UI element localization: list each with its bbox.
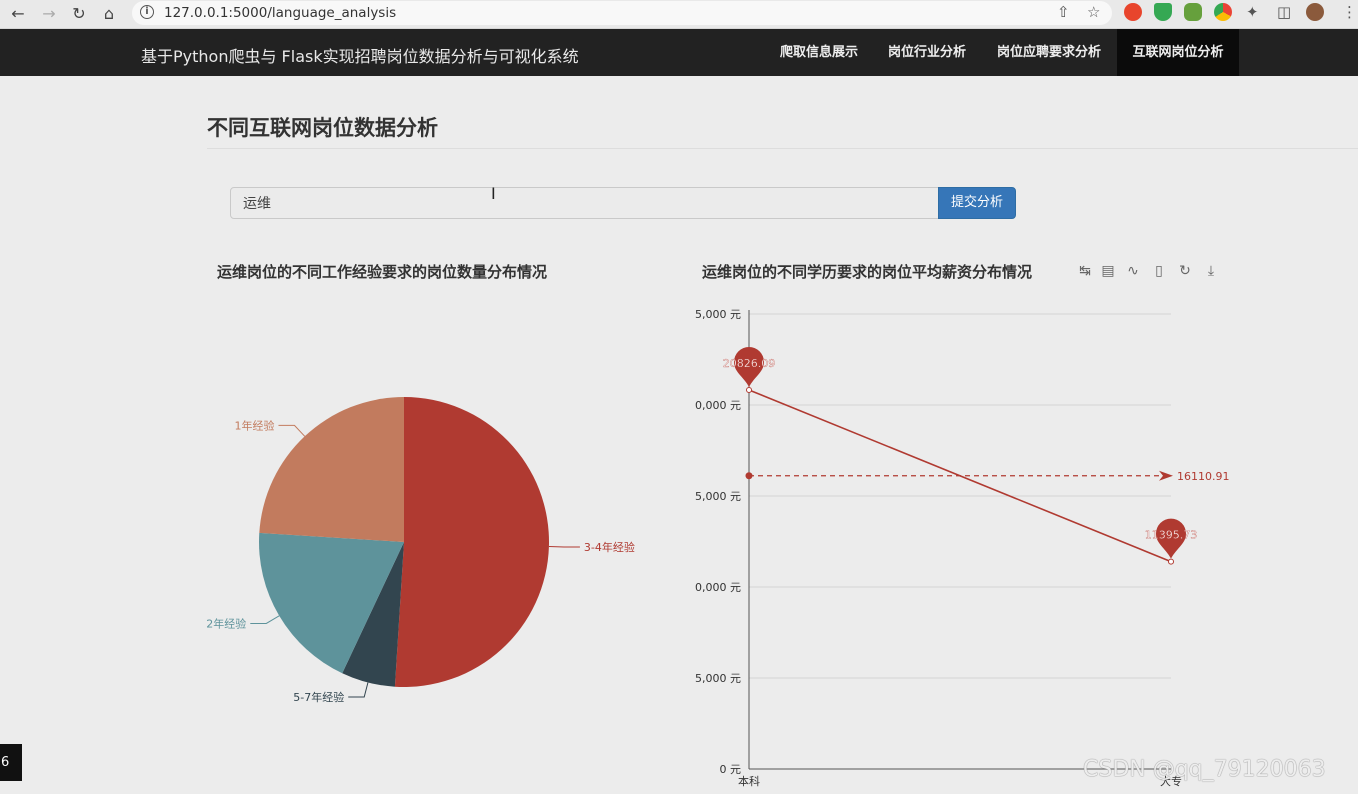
pie-label: 2年经验 bbox=[206, 616, 246, 630]
y-tick-label: 5,000 元 bbox=[695, 672, 741, 685]
y-tick-label: 5,000 元 bbox=[695, 490, 741, 503]
average-mark-arrow bbox=[1159, 470, 1173, 481]
side-tag: 6 bbox=[0, 744, 22, 781]
share-icon[interactable]: ⇧ bbox=[1057, 3, 1070, 21]
nav-item-crawl-info[interactable]: 爬取信息展示 bbox=[766, 29, 872, 76]
home-icon[interactable]: ⌂ bbox=[98, 3, 120, 25]
mark-point-label: 11395.73 bbox=[1145, 529, 1198, 542]
salary-point[interactable] bbox=[746, 386, 752, 393]
line-chart: 0 元5,000 元0,000 元5,000 元0,000 元5,000 元本科… bbox=[695, 308, 1230, 788]
title-divider bbox=[207, 148, 1358, 149]
pie-label: 3-4年经验 bbox=[584, 540, 635, 554]
y-tick-label: 0,000 元 bbox=[695, 399, 741, 412]
salary-point[interactable] bbox=[1168, 558, 1174, 565]
extension-infinity-icon[interactable] bbox=[1124, 3, 1142, 21]
average-mark-label: 16110.91 bbox=[1177, 470, 1230, 483]
pie-chart: 3-4年经验 5-7年经验 2年经验 1年经验 bbox=[206, 397, 635, 704]
pie-label: 1年经验 bbox=[234, 418, 274, 432]
pie-label-line bbox=[278, 424, 306, 437]
line-chart-title: 运维岗位的不同学历要求的岗位平均薪资分布情况 bbox=[702, 263, 1033, 281]
url-text: 127.0.0.1:5000/language_analysis bbox=[164, 5, 397, 21]
nav-item-internet-jobs[interactable]: 互联网岗位分析 bbox=[1117, 29, 1239, 76]
forward-icon[interactable]: → bbox=[38, 3, 60, 25]
reload-icon[interactable]: ↻ bbox=[68, 3, 90, 25]
browser-toolbar: ← → ↻ ⌂ i 127.0.0.1:5000/language_analys… bbox=[0, 0, 1358, 29]
extensions-puzzle-icon[interactable]: ✦ bbox=[1246, 3, 1259, 21]
nav-item-requirements-analysis[interactable]: 岗位应聘要求分析 bbox=[982, 29, 1116, 76]
text-cursor-icon: I bbox=[491, 184, 496, 203]
info-icon[interactable]: i bbox=[140, 5, 154, 19]
save-image-icon[interactable]: ⤓ bbox=[1203, 262, 1219, 280]
restore-icon[interactable]: ↻ bbox=[1177, 262, 1193, 280]
csdn-watermark: CSDN @qq_79120063 bbox=[1083, 757, 1326, 782]
extension-shield-icon[interactable] bbox=[1154, 3, 1172, 21]
pie-slice-3-4-years[interactable] bbox=[394, 397, 550, 687]
address-bar[interactable]: i 127.0.0.1:5000/language_analysis bbox=[132, 1, 1112, 25]
extension-android-icon[interactable] bbox=[1184, 3, 1202, 21]
x-tick-label: 本科 bbox=[738, 774, 760, 788]
job-search-input[interactable] bbox=[230, 187, 939, 219]
extension-chrome-icon[interactable] bbox=[1214, 3, 1232, 21]
y-tick-label: 0,000 元 bbox=[695, 581, 741, 594]
y-tick-label: 5,000 元 bbox=[695, 308, 741, 321]
menu-kebab-icon[interactable]: ⋮ bbox=[1342, 3, 1357, 21]
page-title: 不同互联网岗位数据分析 bbox=[207, 116, 438, 140]
pie-label-line bbox=[250, 615, 280, 624]
mark-point-label: 20826.09 bbox=[723, 357, 776, 370]
back-icon[interactable]: ← bbox=[7, 3, 29, 25]
app-navbar: 基于Python爬虫与 Flask实现招聘岗位数据分析与可视化系统 爬取信息展示… bbox=[0, 29, 1358, 76]
navbar-brand[interactable]: 基于Python爬虫与 Flask实现招聘岗位数据分析与可视化系统 bbox=[141, 43, 579, 67]
average-mark-start bbox=[745, 472, 753, 480]
pie-chart-title: 运维岗位的不同工作经验要求的岗位数量分布情况 bbox=[217, 263, 548, 281]
pie-label-line bbox=[348, 682, 369, 698]
nav-item-industry-analysis[interactable]: 岗位行业分析 bbox=[874, 29, 980, 76]
profile-avatar[interactable] bbox=[1306, 3, 1324, 21]
data-zoom-icon[interactable]: ↹ bbox=[1077, 262, 1093, 280]
data-view-icon[interactable]: ▤ bbox=[1100, 262, 1116, 280]
submit-analysis-button[interactable]: 提交分析 bbox=[938, 187, 1016, 219]
side-panel-icon[interactable]: ◫ bbox=[1277, 3, 1291, 21]
line-chart-icon[interactable]: ∿ bbox=[1125, 262, 1141, 280]
bookmark-star-icon[interactable]: ☆ bbox=[1087, 3, 1100, 21]
bar-chart-icon[interactable]: ▯ bbox=[1151, 262, 1167, 280]
pie-slice-1-year[interactable] bbox=[259, 397, 404, 542]
pie-label: 5-7年经验 bbox=[293, 690, 344, 704]
